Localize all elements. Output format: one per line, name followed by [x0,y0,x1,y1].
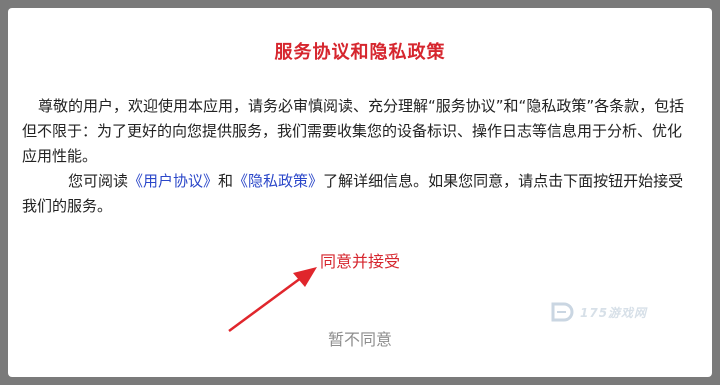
conjunction-text: 和 [218,172,234,190]
decline-button[interactable]: 暂不同意 [8,326,712,350]
watermark: 175游戏网 [550,301,647,323]
agreement-dialog: 服务协议和隐私政策 尊敬的用户，欢迎使用本应用，请务必审慎阅读、充分理解“服务协… [8,8,712,377]
paragraph-1-text: 尊敬的用户，欢迎使用本应用，请务必审慎阅读、充分理解“服务协议”和“隐私政策”各… [22,97,685,165]
paragraph-2-prefix: 您可阅读 [68,172,129,190]
watermark-logo-icon [551,302,574,322]
accept-button[interactable]: 同意并接受 [8,248,712,272]
accept-button-label: 同意并接受 [319,252,400,271]
privacy-policy-link[interactable]: 《隐私政策》 [233,172,323,190]
dialog-body: 尊敬的用户，欢迎使用本应用，请务必审慎阅读、充分理解“服务协议”和“隐私政策”各… [22,94,694,219]
user-agreement-link[interactable]: 《用户协议》 [128,172,218,190]
decline-button-label: 暂不同意 [327,330,392,349]
watermark-text: 175游戏网 [580,305,648,320]
paragraph-1: 尊敬的用户，欢迎使用本应用，请务必审慎阅读、充分理解“服务协议”和“隐私政策”各… [22,94,694,169]
dialog-title: 服务协议和隐私政策 [274,42,446,63]
paragraph-2: 您可阅读《用户协议》和《隐私政策》了解详细信息。如果您同意，请点击下面按钮开始接… [22,169,694,219]
